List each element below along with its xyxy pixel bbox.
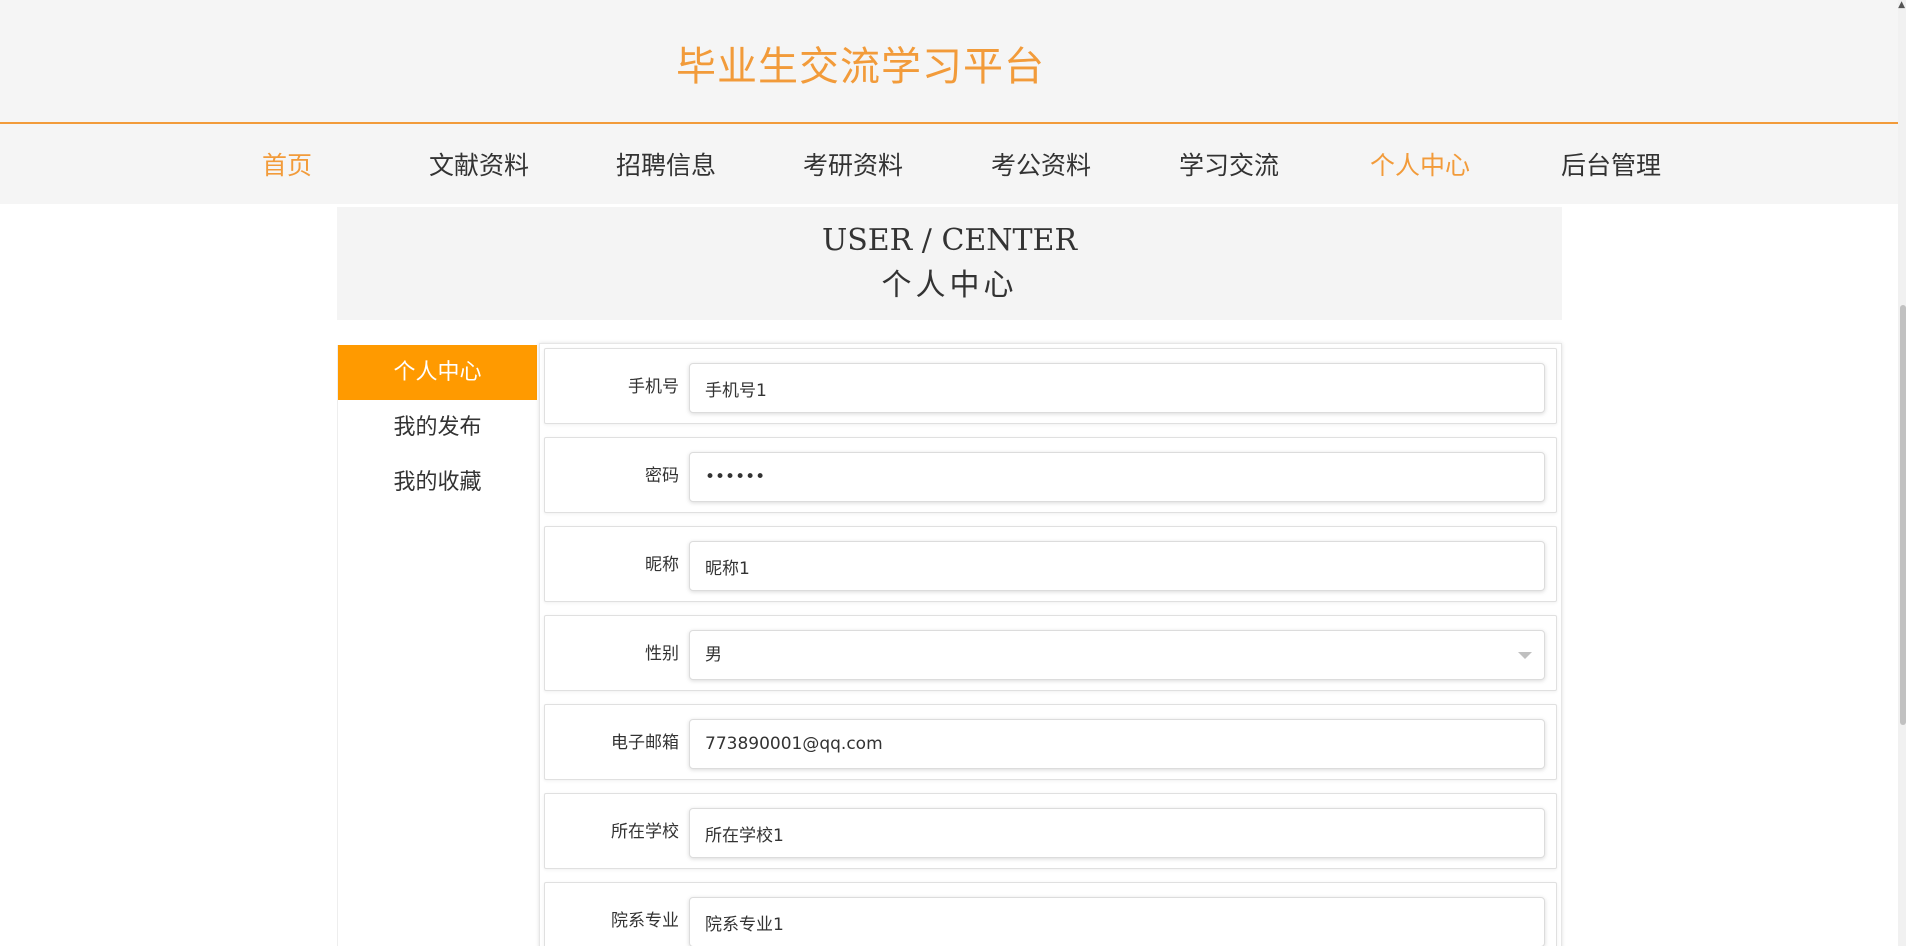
sidebar-item-user-center[interactable]: 个人中心	[338, 345, 537, 400]
main-nav: 首页 文献资料 招聘信息 考研资料 考公资料 学习交流 个人中心 后台管理	[0, 124, 1898, 204]
form-row-major: 院系专业	[544, 882, 1557, 946]
nav-item-recruitment[interactable]: 招聘信息	[616, 146, 716, 182]
nav-item-civil-service[interactable]: 考公资料	[991, 146, 1091, 182]
form-row-school: 所在学校	[544, 793, 1557, 869]
nav-item-study-exchange[interactable]: 学习交流	[1179, 146, 1279, 182]
form-row-password: 密码	[544, 437, 1557, 513]
page-scrollbar[interactable]	[1898, 0, 1906, 946]
scroll-up-arrow-icon[interactable]: ▲	[1898, 0, 1905, 10]
nav-item-literature[interactable]: 文献资料	[429, 146, 529, 182]
site-title[interactable]: 毕业生交流学习平台	[676, 34, 1045, 92]
section-banner: USER / CENTER 个人中心	[337, 207, 1562, 320]
sidebar-item-my-posts[interactable]: 我的发布	[338, 400, 537, 455]
nav-item-home[interactable]: 首页	[262, 146, 312, 182]
phone-label: 手机号	[628, 377, 679, 397]
major-input[interactable]	[689, 897, 1545, 946]
gender-select[interactable]: 男	[689, 630, 1545, 680]
banner-title-en: USER / CENTER	[821, 223, 1078, 258]
phone-input[interactable]	[689, 363, 1545, 413]
major-label: 院系专业	[611, 911, 679, 931]
gender-selected-value: 男	[705, 645, 722, 665]
banner-title-cn: 个人中心	[881, 268, 1018, 303]
form-row-nickname: 昵称	[544, 526, 1557, 602]
nickname-label: 昵称	[645, 555, 679, 575]
page: 毕业生交流学习平台 首页 文献资料 招聘信息 考研资料 考公资料 学习交流 个人…	[0, 0, 1906, 946]
scrollbar-thumb[interactable]	[1900, 305, 1906, 725]
email-label: 电子邮箱	[611, 733, 679, 753]
sidebar-item-my-favorites[interactable]: 我的收藏	[338, 455, 537, 510]
email-input[interactable]	[689, 719, 1545, 769]
form-row-email: 电子邮箱	[544, 704, 1557, 780]
nav-item-postgrad[interactable]: 考研资料	[803, 146, 903, 182]
password-input[interactable]	[689, 452, 1545, 502]
password-label: 密码	[645, 466, 679, 486]
nickname-input[interactable]	[689, 541, 1545, 591]
school-input[interactable]	[689, 808, 1545, 858]
gender-label: 性别	[645, 644, 679, 664]
form-row-phone: 手机号	[544, 348, 1557, 424]
nav-item-user-center[interactable]: 个人中心	[1370, 146, 1470, 182]
nav-item-admin[interactable]: 后台管理	[1561, 146, 1661, 182]
profile-form: 手机号 密码 昵称 性别 男 电子邮箱 所在学校 院系专业	[539, 343, 1562, 946]
school-label: 所在学校	[611, 822, 679, 842]
form-row-gender: 性别 男	[544, 615, 1557, 691]
site-header: 毕业生交流学习平台	[0, 0, 1898, 124]
user-sidebar: 个人中心 我的发布 我的收藏	[337, 345, 537, 946]
chevron-down-icon	[1518, 652, 1532, 659]
